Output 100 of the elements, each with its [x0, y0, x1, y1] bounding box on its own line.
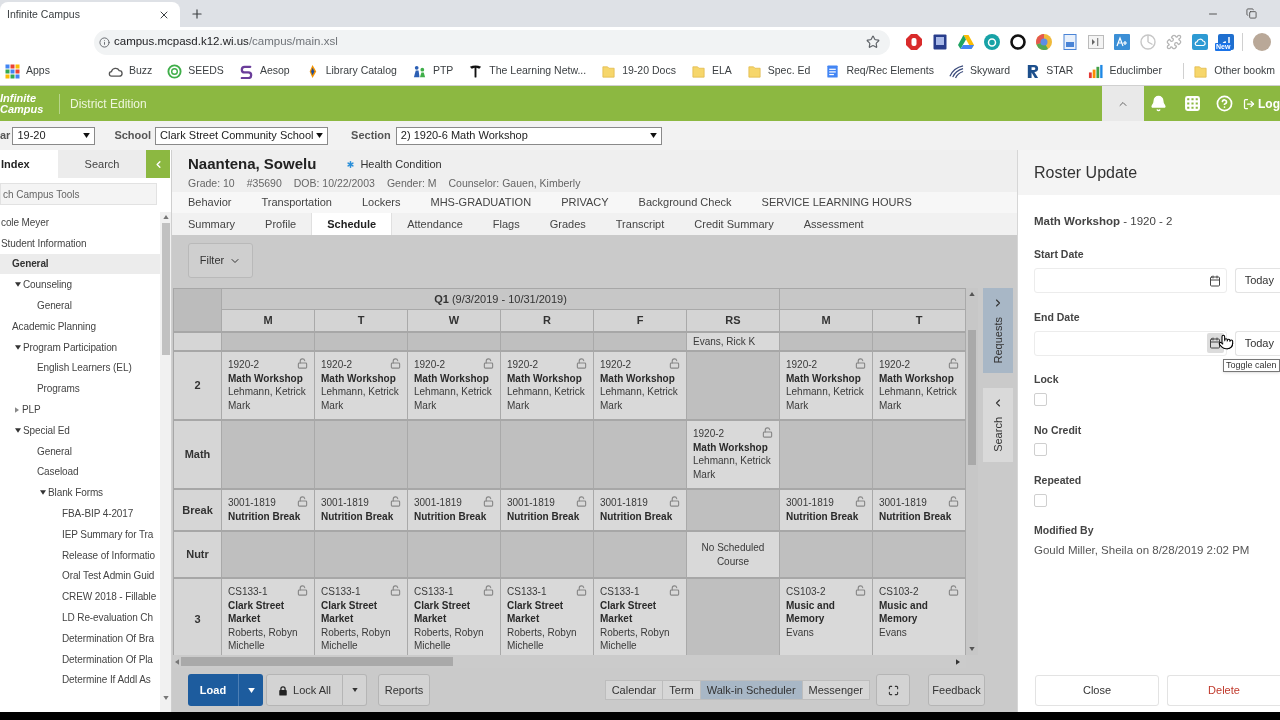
- info-icon[interactable]: [99, 36, 110, 48]
- school-select[interactable]: Clark Street Community School: [155, 126, 329, 145]
- tile-icon[interactable]: [1114, 34, 1130, 50]
- bookmark[interactable]: Buzz: [102, 60, 158, 82]
- disc-icon[interactable]: [984, 34, 1000, 50]
- open-lock-icon[interactable]: [576, 358, 587, 369]
- bookmark[interactable]: SEEDS: [162, 60, 229, 82]
- puzzle-icon[interactable]: [1166, 34, 1182, 50]
- tree-item[interactable]: Release of Informatio: [0, 544, 160, 566]
- tab[interactable]: Credit Summary: [679, 213, 789, 235]
- open-lock-icon[interactable]: [948, 358, 959, 369]
- tab[interactable]: Behavior: [173, 192, 247, 213]
- open-lock-icon[interactable]: [669, 358, 680, 369]
- tree-item[interactable]: PLP: [0, 399, 160, 420]
- stop-sign-icon[interactable]: [906, 34, 922, 50]
- scrollbar-thumb[interactable]: [181, 657, 453, 666]
- load-button[interactable]: Load: [188, 674, 238, 706]
- bookmark-star-icon[interactable]: [866, 35, 880, 49]
- bookmark[interactable]: Other bookm: [1188, 60, 1280, 82]
- schedule-cell[interactable]: 1920-2 Math Workshop Lehmann, Ketrick Mark: [408, 352, 501, 419]
- schedule-cell[interactable]: 3001-1819 Nutrition Break: [873, 490, 966, 530]
- schedule-cell[interactable]: CS133-1 Clark Street Market Roberts, Robyn Michelle: [408, 579, 501, 655]
- browser-tab[interactable]: Infinite Campus: [0, 2, 180, 27]
- collapse-sidebar-button[interactable]: [146, 150, 170, 178]
- tab[interactable]: MHS-GRADUATION: [415, 192, 547, 213]
- apps-grid-icon[interactable]: [1184, 95, 1201, 112]
- delete-button[interactable]: Delete: [1167, 674, 1280, 706]
- tree-item[interactable]: Caseload: [0, 461, 160, 483]
- open-lock-icon[interactable]: [576, 496, 587, 507]
- open-lock-icon[interactable]: [297, 496, 308, 507]
- tree-item[interactable]: English Learners (EL): [0, 357, 160, 379]
- tree-item[interactable]: Determine If Addl As: [0, 669, 160, 691]
- schedule-cell[interactable]: 1920-2 Math Workshop Lehmann, Ketrick Mark: [501, 352, 594, 419]
- tree-item[interactable]: Academic Planning: [0, 316, 160, 337]
- open-lock-icon[interactable]: [297, 585, 308, 596]
- view-tab[interactable]: Messenger: [801, 680, 870, 700]
- bookmark[interactable]: Aesop: [233, 60, 295, 82]
- tab[interactable]: Attendance: [392, 213, 478, 235]
- tree-item[interactable]: Determination Of Bra: [0, 627, 160, 649]
- schedule-cell[interactable]: CS133-1 Clark Street Market Roberts, Robyn Michelle: [594, 579, 687, 655]
- schedule-cell[interactable]: CS103-2 Music and Memory Evans: [780, 579, 873, 655]
- tree-item[interactable]: LD Re-evaluation Ch: [0, 607, 160, 628]
- today-button[interactable]: Today: [1234, 330, 1280, 356]
- restore-icon[interactable]: [1246, 8, 1257, 19]
- schedule-cell[interactable]: 1920-2 Math Workshop Lehmann, Ketrick Mark: [222, 352, 315, 419]
- schedule-cell[interactable]: 3001-1819 Nutrition Break: [222, 490, 315, 530]
- view-tab[interactable]: Calendar: [604, 680, 664, 700]
- tab[interactable]: Grades: [534, 213, 601, 235]
- tab[interactable]: Lockers: [346, 192, 416, 213]
- scrollbar-thumb[interactable]: [968, 330, 976, 465]
- tree-item[interactable]: IEP Summary for Tra: [0, 523, 160, 545]
- tree-item[interactable]: CREW 2018 - Fillable: [0, 586, 160, 608]
- schedule-cell[interactable]: 3001-1819 Nutrition Break: [780, 490, 873, 530]
- cloud-icon[interactable]: [1192, 34, 1208, 50]
- tree-item[interactable]: Student Information: [0, 232, 160, 254]
- book-icon[interactable]: [932, 34, 948, 50]
- tree-item[interactable]: cole Meyer: [0, 212, 160, 233]
- scrollbar-thumb[interactable]: [161, 223, 170, 355]
- open-lock-icon[interactable]: [483, 496, 494, 507]
- open-lock-icon[interactable]: [948, 496, 959, 507]
- schedule-cell[interactable]: 1920-2 Math Workshop Lehmann, Ketrick Mark: [873, 352, 966, 419]
- view-tab[interactable]: Term: [662, 680, 701, 700]
- schedule-cell[interactable]: 3001-1819 Nutrition Break: [501, 490, 594, 530]
- open-lock-icon[interactable]: [948, 585, 959, 596]
- bookmark[interactable]: Skyward: [943, 60, 1016, 82]
- bookmark[interactable]: The Learning Netw...: [463, 60, 592, 82]
- tree-item[interactable]: Special Ed: [0, 419, 160, 441]
- bookmark[interactable]: 19-20 Docs: [596, 60, 681, 82]
- open-lock-icon[interactable]: [297, 358, 308, 369]
- open-lock-icon[interactable]: [855, 585, 866, 596]
- feedback-button[interactable]: Feedback: [928, 674, 985, 706]
- schedule-cell[interactable]: CS133-1 Clark Street Market Roberts, Robyn Michelle: [501, 579, 594, 655]
- tree-item[interactable]: FBA-BIP 4-2017: [0, 503, 160, 524]
- tree-item[interactable]: General: [0, 440, 160, 462]
- close-button[interactable]: Close: [1035, 674, 1159, 706]
- bookmark[interactable]: Req/Rec Elements: [820, 60, 939, 82]
- document-icon[interactable]: [1062, 34, 1078, 50]
- tab[interactable]: Background Check: [623, 192, 747, 213]
- bookmark[interactable]: STAR: [1020, 60, 1079, 82]
- new-tab-icon[interactable]: [190, 7, 204, 21]
- tree-item[interactable]: Counseling: [0, 274, 160, 296]
- tree-item[interactable]: General: [0, 253, 160, 275]
- sidebar-tab[interactable]: Search: [58, 150, 146, 178]
- side-tab[interactable]: Search: [983, 388, 1013, 463]
- open-lock-icon[interactable]: [855, 496, 866, 507]
- open-lock-icon[interactable]: [390, 585, 401, 596]
- tree-item[interactable]: Determination Of Pla: [0, 648, 160, 670]
- date-field[interactable]: [1034, 330, 1227, 356]
- schedule-cell[interactable]: 3001-1819 Nutrition Break: [315, 490, 408, 530]
- bookmark[interactable]: Spec. Ed: [741, 60, 816, 82]
- tree-item[interactable]: Programs: [0, 378, 160, 400]
- reports-button[interactable]: Reports: [378, 674, 430, 706]
- tab[interactable]: SERVICE LEARNING HOURS: [746, 192, 927, 213]
- tab[interactable]: Summary: [173, 213, 251, 235]
- health-alert[interactable]: Health Condition: [360, 155, 442, 173]
- tile-icon[interactable]: [1218, 34, 1234, 50]
- bookmark[interactable]: Educlimber: [1083, 60, 1167, 82]
- avatar-icon[interactable]: [1253, 33, 1271, 51]
- schedule-cell[interactable]: No Scheduled Course: [687, 532, 780, 577]
- schedule-cell[interactable]: 1920-2 Math Workshop Lehmann, Ketrick Mark: [315, 352, 408, 419]
